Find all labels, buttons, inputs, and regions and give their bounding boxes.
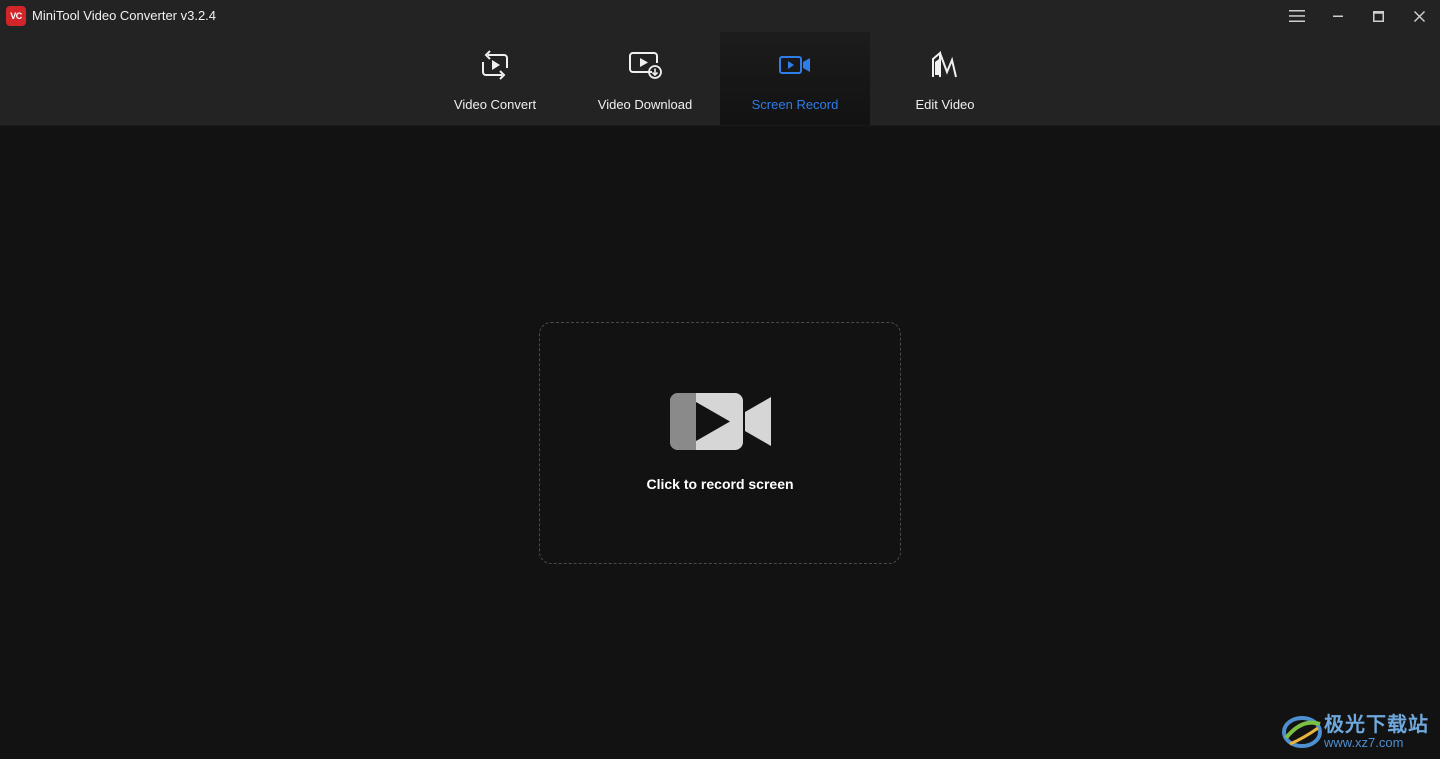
minimize-button[interactable]: [1317, 0, 1358, 32]
tab-label: Video Download: [597, 97, 693, 112]
video-camera-icon: [670, 393, 771, 450]
edit-video-icon: [928, 48, 962, 82]
watermark-url: www.xz7.com: [1324, 735, 1404, 750]
watermark-title: 极光下载站: [1324, 714, 1429, 736]
tab-screen-record[interactable]: Screen Record: [720, 32, 870, 125]
title-bar: VC MiniTool Video Converter v3.2.4: [0, 0, 1440, 32]
app-title: MiniTool Video Converter v3.2.4: [32, 8, 217, 23]
app-window: VC MiniTool Video Converter v3.2.4 Video…: [0, 0, 1440, 759]
main-tabs: Video Convert Video Download Screen Reco…: [420, 32, 1020, 125]
hamburger-icon: [1288, 10, 1305, 22]
video-convert-icon: [478, 48, 512, 82]
tab-video-convert[interactable]: Video Convert: [420, 32, 570, 125]
record-screen-area[interactable]: Click to record screen: [539, 322, 901, 564]
minimize-icon: [1332, 15, 1343, 17]
menu-button[interactable]: [1276, 0, 1317, 32]
watermark-logo-icon: [1282, 716, 1322, 748]
close-button[interactable]: [1399, 0, 1440, 32]
close-icon: [1414, 10, 1425, 22]
window-controls: [1276, 0, 1440, 32]
record-screen-label: Click to record screen: [646, 476, 794, 492]
app-logo-icon: VC: [6, 6, 26, 26]
tab-edit-video[interactable]: Edit Video: [870, 32, 1020, 125]
video-download-icon: [628, 48, 662, 82]
watermark: 极光下载站 www.xz7.com: [1280, 704, 1430, 754]
screen-record-icon: [778, 48, 812, 82]
maximize-icon: [1373, 10, 1384, 22]
tab-video-download[interactable]: Video Download: [570, 32, 720, 125]
tab-label: Screen Record: [751, 97, 839, 112]
maximize-button[interactable]: [1358, 0, 1399, 32]
header: VC MiniTool Video Converter v3.2.4 Video…: [0, 0, 1440, 126]
tab-label: Video Convert: [453, 97, 537, 112]
tab-label: Edit Video: [915, 97, 975, 112]
